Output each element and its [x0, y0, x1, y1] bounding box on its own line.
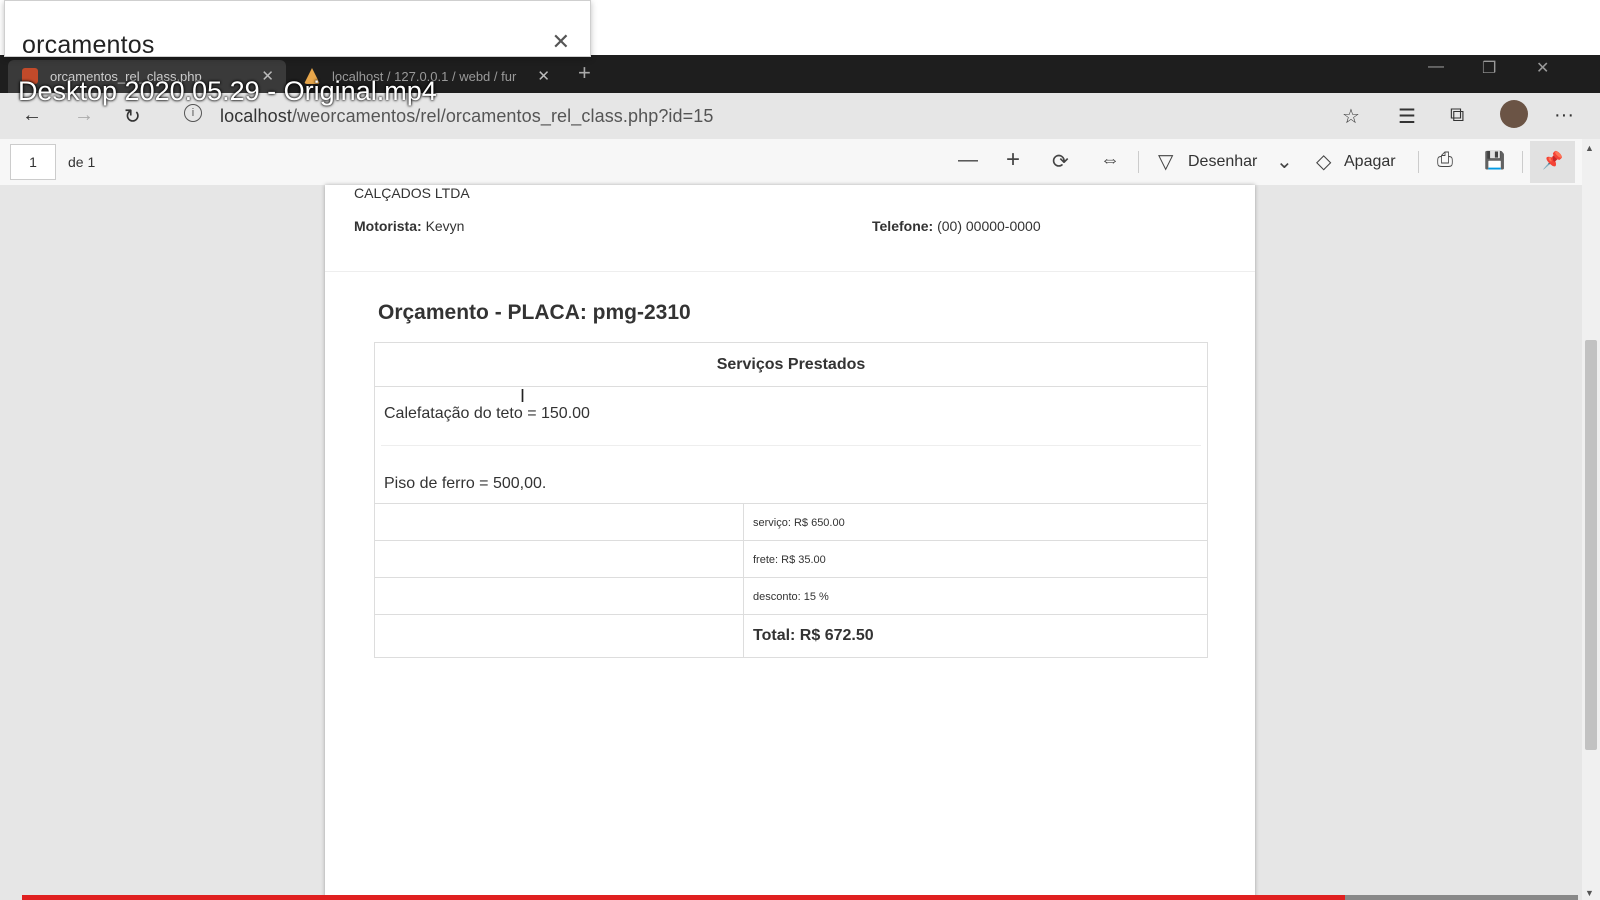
divider — [325, 271, 1255, 272]
total-value: Total: R$ 672.50 — [753, 627, 874, 644]
print-icon[interactable]: ⎙ — [1437, 149, 1453, 172]
minimize-icon[interactable]: — — [1428, 58, 1444, 76]
freight-value: frete: R$ 35.00 — [753, 554, 826, 566]
cell-divider — [743, 504, 744, 540]
page-count: de 1 — [68, 154, 96, 170]
close-icon[interactable]: ✕ — [552, 29, 570, 55]
popup-title: orcamentos — [22, 31, 155, 59]
video-title-overlay: Desktop 2020.05.29 - Original.mp4 — [18, 76, 437, 106]
services-list: Calefatação do teto = 150.00 Piso de fer… — [375, 387, 1207, 504]
back-icon[interactable]: ← — [22, 104, 42, 127]
forward-icon[interactable]: → — [74, 104, 94, 127]
tab-close-icon[interactable]: ✕ — [537, 67, 550, 85]
driver-info: Motorista: Kevyn — [354, 218, 464, 234]
collections-icon[interactable]: ⧉ — [1450, 104, 1464, 127]
summary-row: frete: R$ 35.00 — [375, 541, 1207, 578]
document-title: Orçamento - PLACA: pmg-2310 — [378, 301, 691, 324]
avatar[interactable] — [1500, 100, 1528, 128]
zoom-out-icon[interactable]: — — [958, 149, 978, 172]
divider — [381, 445, 1201, 446]
url-path: /weorcamentos/rel/orcamentos_rel_class.p… — [291, 106, 714, 126]
driver-label: Motorista: — [354, 218, 422, 234]
text-cursor-icon: I — [520, 386, 526, 406]
favorites-icon[interactable]: ☰ — [1398, 104, 1416, 129]
url-host: localhost — [220, 106, 292, 126]
service-subtotal: serviço: R$ 650.00 — [753, 517, 845, 529]
toolbar-divider — [1418, 151, 1419, 173]
pin-icon[interactable]: 📌 — [1542, 151, 1563, 171]
new-tab-button[interactable]: + — [578, 60, 591, 86]
services-table: Serviços Prestados Calefatação do teto =… — [374, 342, 1208, 658]
zoom-in-icon[interactable]: + — [1006, 146, 1020, 174]
scrollbar-thumb[interactable] — [1585, 340, 1597, 750]
url-field[interactable]: localhost/weorcamentos/rel/orcamentos_re… — [220, 106, 713, 127]
cell-divider — [743, 578, 744, 614]
fit-page-icon[interactable]: ⇔ — [1100, 149, 1120, 172]
phone-value: (00) 00000-0000 — [937, 218, 1041, 234]
company-name: CALÇADOS LTDA — [354, 185, 470, 201]
save-icon[interactable]: 💾 — [1484, 151, 1505, 171]
erase-button[interactable]: Apagar — [1344, 153, 1396, 171]
rotate-icon[interactable]: ⟳ — [1052, 149, 1069, 174]
window-close-icon[interactable]: ✕ — [1536, 58, 1549, 78]
summary-row: desconto: 15 % — [375, 578, 1207, 615]
toolbar-divider — [1138, 151, 1139, 173]
page-number-input[interactable]: 1 — [10, 144, 56, 180]
service-item: Calefatação do teto = 150.00 — [384, 405, 590, 422]
draw-icon[interactable]: ▽ — [1158, 149, 1173, 174]
total-row: Total: R$ 672.50 — [375, 615, 1207, 657]
cell-divider — [743, 541, 744, 577]
services-header: Serviços Prestados — [375, 343, 1207, 387]
scroll-up-icon[interactable]: ▲ — [1585, 143, 1594, 153]
video-progress-fill — [22, 895, 1345, 900]
discount-value: desconto: 15 % — [753, 591, 829, 603]
summary-row: serviço: R$ 650.00 — [375, 504, 1207, 541]
chevron-down-icon[interactable]: ⌄ — [1276, 149, 1293, 174]
reload-icon[interactable]: ↻ — [124, 104, 141, 129]
draw-button[interactable]: Desenhar — [1188, 153, 1257, 171]
cell-divider — [743, 615, 744, 657]
phone-info: Telefone: (00) 00000-0000 — [872, 218, 1041, 234]
search-popup: orcamentos ✕ — [4, 0, 591, 59]
scroll-down-icon[interactable]: ▼ — [1585, 888, 1594, 898]
driver-value: Kevyn — [425, 218, 465, 234]
toolbar-divider — [1522, 151, 1523, 173]
phone-label: Telefone: — [872, 218, 934, 234]
eraser-icon[interactable]: ◇ — [1316, 149, 1331, 174]
star-icon[interactable]: ☆ — [1342, 104, 1360, 129]
more-icon[interactable]: ··· — [1554, 104, 1574, 127]
restore-icon[interactable]: ❐ — [1482, 58, 1496, 78]
service-item: Piso de ferro = 500,00. — [384, 475, 547, 492]
